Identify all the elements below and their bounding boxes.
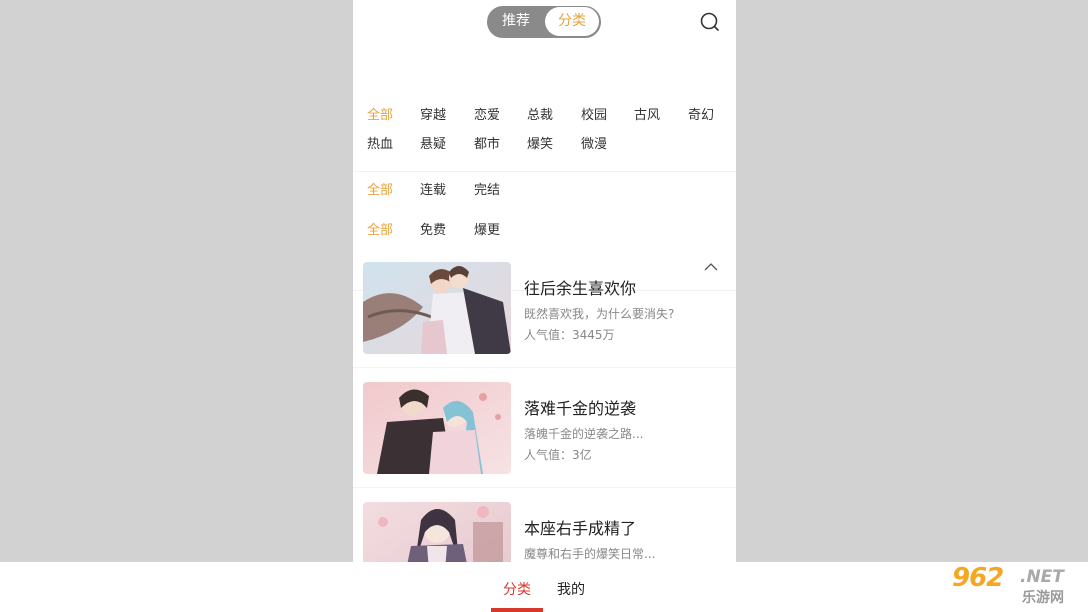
comic-card[interactable]: 往后余生喜欢你 既然喜欢我，为什么要消失? 人气值：3445万 [353, 248, 736, 368]
active-tab-indicator [491, 608, 543, 612]
genre-option[interactable]: 奇幻 [688, 105, 714, 127]
nav-tab-category[interactable]: 分类 [503, 579, 531, 599]
top-bar: 推荐 分类 [353, 0, 736, 44]
comic-cover[interactable] [363, 502, 511, 562]
genre-option[interactable]: 微漫 [581, 134, 607, 156]
comic-description: 既然喜欢我，为什么要消失? [524, 307, 675, 321]
comic-popularity: 人气值：3亿 [524, 448, 592, 462]
tab-category[interactable]: 分类 [545, 7, 599, 36]
comic-cover[interactable] [363, 382, 511, 474]
genre-option[interactable]: 总裁 [527, 105, 553, 127]
genre-option[interactable]: 爆笑 [527, 134, 553, 156]
price-filter-row: 全部 免费 爆更 [353, 220, 736, 242]
nav-tab-mine[interactable]: 我的 [557, 579, 585, 599]
comic-card[interactable]: 落难千金的逆袭 落魄千金的逆袭之路... 人气值：3亿 [353, 368, 736, 488]
bottom-nav: 分类 我的 [0, 562, 1088, 612]
search-icon[interactable] [700, 12, 720, 32]
watermark-number: 962 [952, 563, 1004, 593]
status-filter-row: 全部 连载 完结 [353, 180, 736, 202]
genre-option[interactable]: 恋爱 [474, 105, 500, 127]
watermark-domain: .NET [1020, 567, 1064, 587]
tab-recommend[interactable]: 推荐 [488, 7, 544, 36]
price-option[interactable]: 全部 [367, 220, 393, 242]
app-screen: 推荐 分类 全部 穿越 恋爱 总裁 校园 古风 奇幻 热血 悬疑 都市 爆笑 微… [353, 0, 736, 562]
status-option[interactable]: 连载 [420, 180, 446, 202]
comic-cover[interactable] [363, 262, 511, 354]
genre-option[interactable]: 古风 [634, 105, 660, 127]
watermark-text: 乐游网 [1022, 590, 1064, 606]
divider [353, 171, 736, 172]
status-option[interactable]: 完结 [474, 180, 500, 202]
price-option[interactable]: 爆更 [474, 220, 500, 242]
genre-filter-row-1: 全部 穿越 恋爱 总裁 校园 古风 奇幻 [353, 105, 736, 127]
comic-card[interactable]: 本座右手成精了 魔尊和右手的爆笑日常... [353, 488, 736, 562]
comic-title[interactable]: 落难千金的逆袭 [524, 395, 636, 419]
comic-popularity: 人气值：3445万 [524, 328, 615, 342]
genre-option[interactable]: 校园 [581, 105, 607, 127]
comic-title[interactable]: 本座右手成精了 [524, 515, 636, 539]
genre-filter-row-2: 热血 悬疑 都市 爆笑 微漫 [353, 134, 736, 156]
genre-option[interactable]: 悬疑 [420, 134, 446, 156]
comic-title[interactable]: 往后余生喜欢你 [524, 275, 636, 299]
genre-option[interactable]: 热血 [367, 134, 393, 156]
comic-description: 落魄千金的逆袭之路... [524, 427, 644, 441]
view-switch: 推荐 分类 [487, 6, 601, 38]
genre-option[interactable]: 穿越 [420, 105, 446, 127]
genre-option[interactable]: 都市 [474, 134, 500, 156]
watermark-logo: 962 .NET 乐游网 [950, 563, 1084, 607]
genre-option[interactable]: 全部 [367, 105, 393, 127]
status-option[interactable]: 全部 [367, 180, 393, 202]
comic-description: 魔尊和右手的爆笑日常... [524, 547, 656, 561]
price-option[interactable]: 免费 [420, 220, 446, 242]
